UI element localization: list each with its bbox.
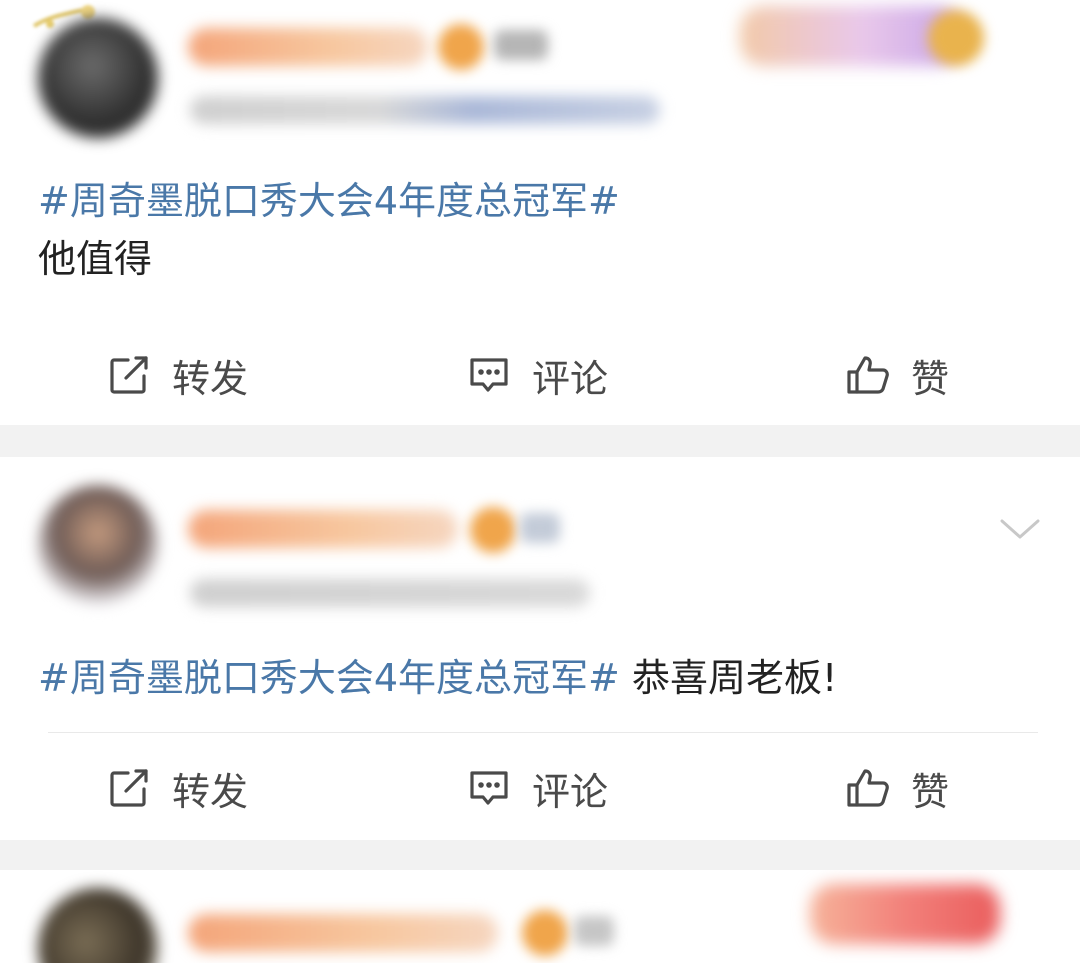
vip-badge-icon [438,24,484,70]
like-button[interactable]: 赞 [845,753,949,823]
avatar[interactable] [38,888,158,963]
hashtag-link[interactable]: #周奇墨脱口秀大会4年度总冠军# [38,656,620,700]
level-badge-icon [520,513,560,543]
post-card[interactable] [0,870,1080,963]
comment-button[interactable]: 评论 [466,340,608,410]
level-badge-icon [494,30,548,60]
like-label: 赞 [911,356,950,401]
comment-button[interactable]: 评论 [466,753,608,823]
repost-button[interactable]: 转发 [106,753,248,823]
divider [48,732,1038,733]
post-body-text: 他值得 [38,237,153,281]
thumbs-up-icon [847,356,889,394]
post-card[interactable]: #周奇墨脱口秀大会4年度总冠军# 他值得 转发 评论 赞 [0,0,1080,425]
level-badge-icon [574,916,614,946]
repost-button[interactable]: 转发 [106,340,248,410]
vip-badge-icon [470,507,516,553]
username-blurred[interactable] [188,510,458,548]
thumbs-up-icon [847,769,889,807]
like-label: 赞 [911,769,950,814]
repost-label: 转发 [172,769,249,814]
fan-badge-blurred[interactable] [740,6,960,66]
avatar[interactable] [38,485,158,605]
comment-label: 评论 [532,769,609,814]
fan-badge-icon [928,10,984,66]
repost-icon [110,769,148,807]
vip-badge-icon [522,910,568,956]
fan-badge-blurred[interactable] [810,884,1000,944]
hashtag-link[interactable]: #周奇墨脱口秀大会4年度总冠军# [38,179,620,223]
username-blurred[interactable] [188,914,498,952]
chevron-down-icon[interactable] [998,515,1042,543]
repost-icon [110,356,148,394]
like-button[interactable]: 赞 [845,340,949,410]
avatar[interactable] [38,18,158,138]
comment-icon [470,358,508,392]
post-meta-blurred [190,96,660,124]
post-action-bar: 转发 评论 赞 [0,753,1080,823]
post-content: #周奇墨脱口秀大会4年度总冠军# 恭喜周老板! [38,649,1050,707]
post-body-text: 恭喜周老板! [619,656,838,700]
comment-label: 评论 [532,356,609,401]
post-card[interactable]: #周奇墨脱口秀大会4年度总冠军# 恭喜周老板! 转发 评论 赞 [0,457,1080,840]
weibo-feed: #周奇墨脱口秀大会4年度总冠军# 他值得 转发 评论 赞 #周奇墨脱口秀大会4年… [0,0,1080,963]
repost-label: 转发 [172,356,249,401]
post-action-bar: 转发 评论 赞 [0,340,1080,410]
post-meta-blurred [190,579,590,607]
username-blurred[interactable] [188,28,428,66]
post-content: #周奇墨脱口秀大会4年度总冠军# 他值得 [38,172,1050,288]
comment-icon [470,771,508,805]
